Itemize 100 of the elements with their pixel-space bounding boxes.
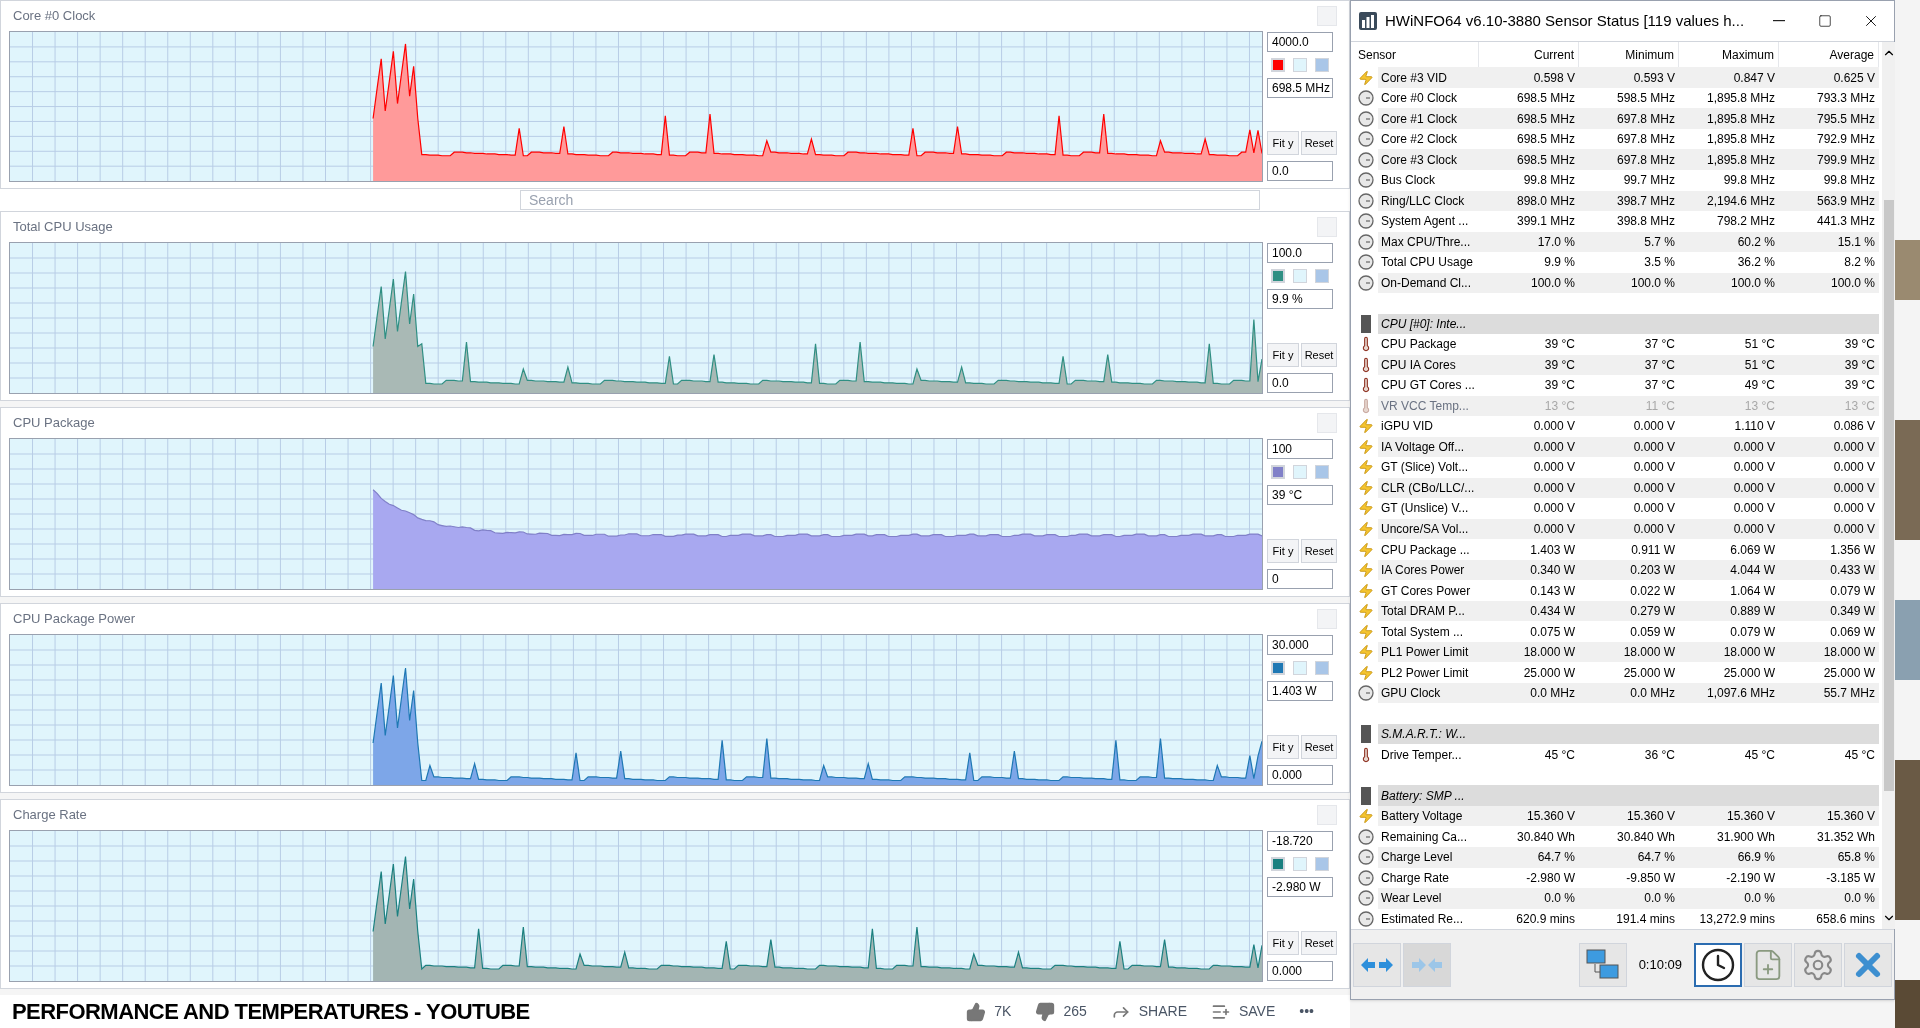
background-color-swatch[interactable] bbox=[1293, 661, 1307, 675]
sensor-value: 620.9 mins bbox=[1515, 910, 1576, 928]
settings-icon bbox=[1801, 947, 1835, 982]
lightning-icon bbox=[1358, 521, 1374, 537]
sensor-value: 15.360 V bbox=[1725, 808, 1776, 826]
sensor-value: 0.000 V bbox=[1832, 500, 1876, 518]
sensor-group-name[interactable]: S.M.A.R.T.: W... bbox=[1378, 725, 1467, 744]
background-color-swatch[interactable] bbox=[1293, 857, 1307, 871]
min-field[interactable]: 0.000 bbox=[1267, 961, 1333, 981]
max-field[interactable]: 4000.0 bbox=[1267, 32, 1333, 52]
sensor-row[interactable]: Uncore/SA Vol... 0.000 V 0.000 V 0.000 V 0.000 V bbox=[1354, 518, 1879, 540]
sensor-row[interactable]: CPU IA Cores 39 °C 37 °C 51 °C 39 °C bbox=[1354, 354, 1879, 376]
more-button[interactable]: ••• bbox=[1299, 1001, 1314, 1022]
min-field[interactable]: 0.0 bbox=[1267, 161, 1333, 182]
sensor-group-name[interactable]: CPU [#0]: Inte... bbox=[1378, 314, 1467, 333]
sensor-value: 65.8 % bbox=[1836, 849, 1876, 867]
grid-color-swatch[interactable] bbox=[1315, 269, 1329, 283]
current-value-field[interactable]: 39 °C bbox=[1267, 485, 1333, 505]
sensor-value: 1.403 W bbox=[1529, 541, 1576, 559]
sensor-row[interactable]: Core #1 Clock 698.5 MHz 697.8 MHz 1,895.8 MHz 795.5 MHz bbox=[1354, 108, 1879, 129]
sensor-value: 0.000 V bbox=[1632, 418, 1676, 436]
grid-color-swatch[interactable] bbox=[1315, 661, 1329, 675]
close-button[interactable] bbox=[1317, 6, 1337, 26]
sensor-row[interactable]: Wear Level 0.0 % 0.0 % 0.0 % 0.0 % bbox=[1354, 888, 1879, 909]
sensor-value: 51 °C bbox=[1743, 336, 1776, 354]
line-color-swatch[interactable] bbox=[1271, 57, 1285, 72]
reset-button[interactable]: Reset bbox=[1301, 931, 1337, 955]
fit-y-button[interactable]: Fit y bbox=[1267, 931, 1299, 955]
fit-y-button[interactable]: Fit y bbox=[1267, 539, 1299, 563]
thumbs-down-icon[interactable] bbox=[1035, 1001, 1056, 1022]
sensor-group-name[interactable]: Battery: SMP ... bbox=[1378, 786, 1465, 805]
sensor-value: 1,895.8 MHz bbox=[1705, 151, 1776, 169]
line-color-swatch[interactable] bbox=[1271, 269, 1285, 283]
clock-icon bbox=[1358, 110, 1374, 127]
sensor-row[interactable]: On-Demand Cl... 100.0 % 100.0 % 100.0 % 100.0 % bbox=[1354, 272, 1879, 294]
sensor-row[interactable]: IA Cores Power 0.340 W 0.203 W 4.044 W 0.433 W bbox=[1354, 559, 1879, 581]
reset-button[interactable]: Reset bbox=[1301, 539, 1337, 563]
line-color-swatch[interactable] bbox=[1271, 857, 1285, 871]
background-color-swatch[interactable] bbox=[1293, 465, 1307, 479]
sensor-row[interactable]: Battery Voltage 15.360 V 15.360 V 15.360 V 15.360 V bbox=[1354, 805, 1879, 827]
sensor-row[interactable]: Core #3 Clock 698.5 MHz 697.8 MHz 1,895.8 MHz 799.9 MHz bbox=[1354, 149, 1879, 170]
sensor-value: 191.4 mins bbox=[1615, 910, 1676, 928]
sensor-value: 441.3 MHz bbox=[1815, 213, 1876, 231]
share-link[interactable]: SHARE bbox=[1138, 1001, 1187, 1022]
save-link[interactable]: SAVE bbox=[1238, 1001, 1276, 1022]
fit-y-button[interactable]: Fit y bbox=[1267, 343, 1299, 367]
scrollbar[interactable] bbox=[1882, 42, 1896, 929]
tree-toggle-button[interactable] bbox=[1353, 942, 1401, 987]
sensor-row[interactable]: CLR (CBo/LLC/... 0.000 V 0.000 V 0.000 V 0.000 V bbox=[1354, 477, 1879, 499]
max-field[interactable]: 30.000 bbox=[1267, 635, 1333, 655]
close-button[interactable] bbox=[1317, 217, 1337, 237]
sensor-row[interactable]: Total DRAM P... 0.434 W 0.279 W 0.889 W 0.349 W bbox=[1354, 600, 1879, 622]
current-value-field[interactable]: 698.5 MHz bbox=[1267, 77, 1333, 98]
current-value-field[interactable]: -2.980 W bbox=[1267, 877, 1333, 897]
sensor-row[interactable]: IA Voltage Off... 0.000 V 0.000 V 0.000 V 0.000 V bbox=[1354, 436, 1879, 458]
sensor-row[interactable]: Max CPU/Thre... 17.0 % 5.7 % 60.2 % 15.1 % bbox=[1354, 231, 1879, 253]
toolbar-button[interactable] bbox=[1694, 942, 1742, 987]
close-button[interactable] bbox=[1317, 609, 1337, 629]
sensor-name: GT (Slice) Volt... bbox=[1380, 459, 1470, 477]
background-color-swatch[interactable] bbox=[1293, 269, 1307, 283]
current-value-field[interactable]: 1.403 W bbox=[1267, 681, 1333, 701]
network-button[interactable] bbox=[1578, 942, 1627, 987]
reset-button[interactable]: Reset bbox=[1301, 131, 1337, 156]
sensor-name: CPU Package bbox=[1380, 336, 1458, 354]
min-field[interactable]: 0 bbox=[1267, 569, 1333, 589]
sensor-value: 0.598 V bbox=[1532, 69, 1576, 87]
min-field[interactable]: 0.000 bbox=[1267, 765, 1333, 785]
sensor-row[interactable]: Charge Level 64.7 % 64.7 % 66.9 % 65.8 % bbox=[1354, 847, 1879, 868]
sensor-row[interactable]: Ring/LLC Clock 898.0 MHz 398.7 MHz 2,194.6 MHz 563.9 MHz bbox=[1354, 190, 1879, 211]
reset-button[interactable]: Reset bbox=[1301, 735, 1337, 759]
max-field[interactable]: -18.720 bbox=[1267, 831, 1333, 851]
lightning-icon bbox=[1358, 479, 1374, 496]
chip-icon bbox=[1360, 786, 1372, 805]
clock-icon bbox=[1358, 828, 1374, 845]
sensor-value: 36.2 % bbox=[1736, 254, 1776, 272]
fit-y-button[interactable]: Fit y bbox=[1267, 131, 1299, 156]
sensor-value: 0.000 V bbox=[1532, 438, 1576, 456]
grid-color-swatch[interactable] bbox=[1315, 857, 1329, 871]
line-color-swatch[interactable] bbox=[1271, 661, 1285, 675]
sensor-value: 39 °C bbox=[1843, 336, 1876, 354]
thumbs-up-icon[interactable] bbox=[966, 1001, 987, 1022]
sensor-row[interactable]: Core #3 VID 0.598 V 0.593 V 0.847 V 0.625 V bbox=[1354, 67, 1879, 88]
min-field[interactable]: 0.0 bbox=[1267, 373, 1333, 393]
fit-y-button[interactable]: Fit y bbox=[1267, 735, 1299, 759]
sensor-value: 55.7 MHz bbox=[1822, 685, 1876, 703]
sensor-row[interactable]: PL1 Power Limit 18.000 W 18.000 W 18.000 W 18.000 W bbox=[1354, 641, 1879, 663]
background-color-swatch[interactable] bbox=[1293, 57, 1307, 72]
sensor-row[interactable]: GPU Clock 0.0 MHz 0.0 MHz 1,097.6 MHz 55.7 MHz bbox=[1354, 682, 1879, 704]
max-field[interactable]: 100.0 bbox=[1267, 243, 1333, 263]
graph-title: CPU Package Power bbox=[13, 610, 136, 629]
close-button[interactable] bbox=[1317, 413, 1337, 433]
sensor-value: 399.1 MHz bbox=[1515, 213, 1576, 231]
max-field[interactable]: 100 bbox=[1267, 439, 1333, 459]
grid-color-swatch[interactable] bbox=[1315, 57, 1329, 72]
current-value-field[interactable]: 9.9 % bbox=[1267, 289, 1333, 309]
close-button[interactable] bbox=[1317, 805, 1337, 825]
sensor-value: 898.0 MHz bbox=[1515, 192, 1576, 210]
grid-color-swatch[interactable] bbox=[1315, 465, 1329, 479]
line-color-swatch[interactable] bbox=[1271, 465, 1285, 479]
reset-button[interactable]: Reset bbox=[1301, 343, 1337, 367]
